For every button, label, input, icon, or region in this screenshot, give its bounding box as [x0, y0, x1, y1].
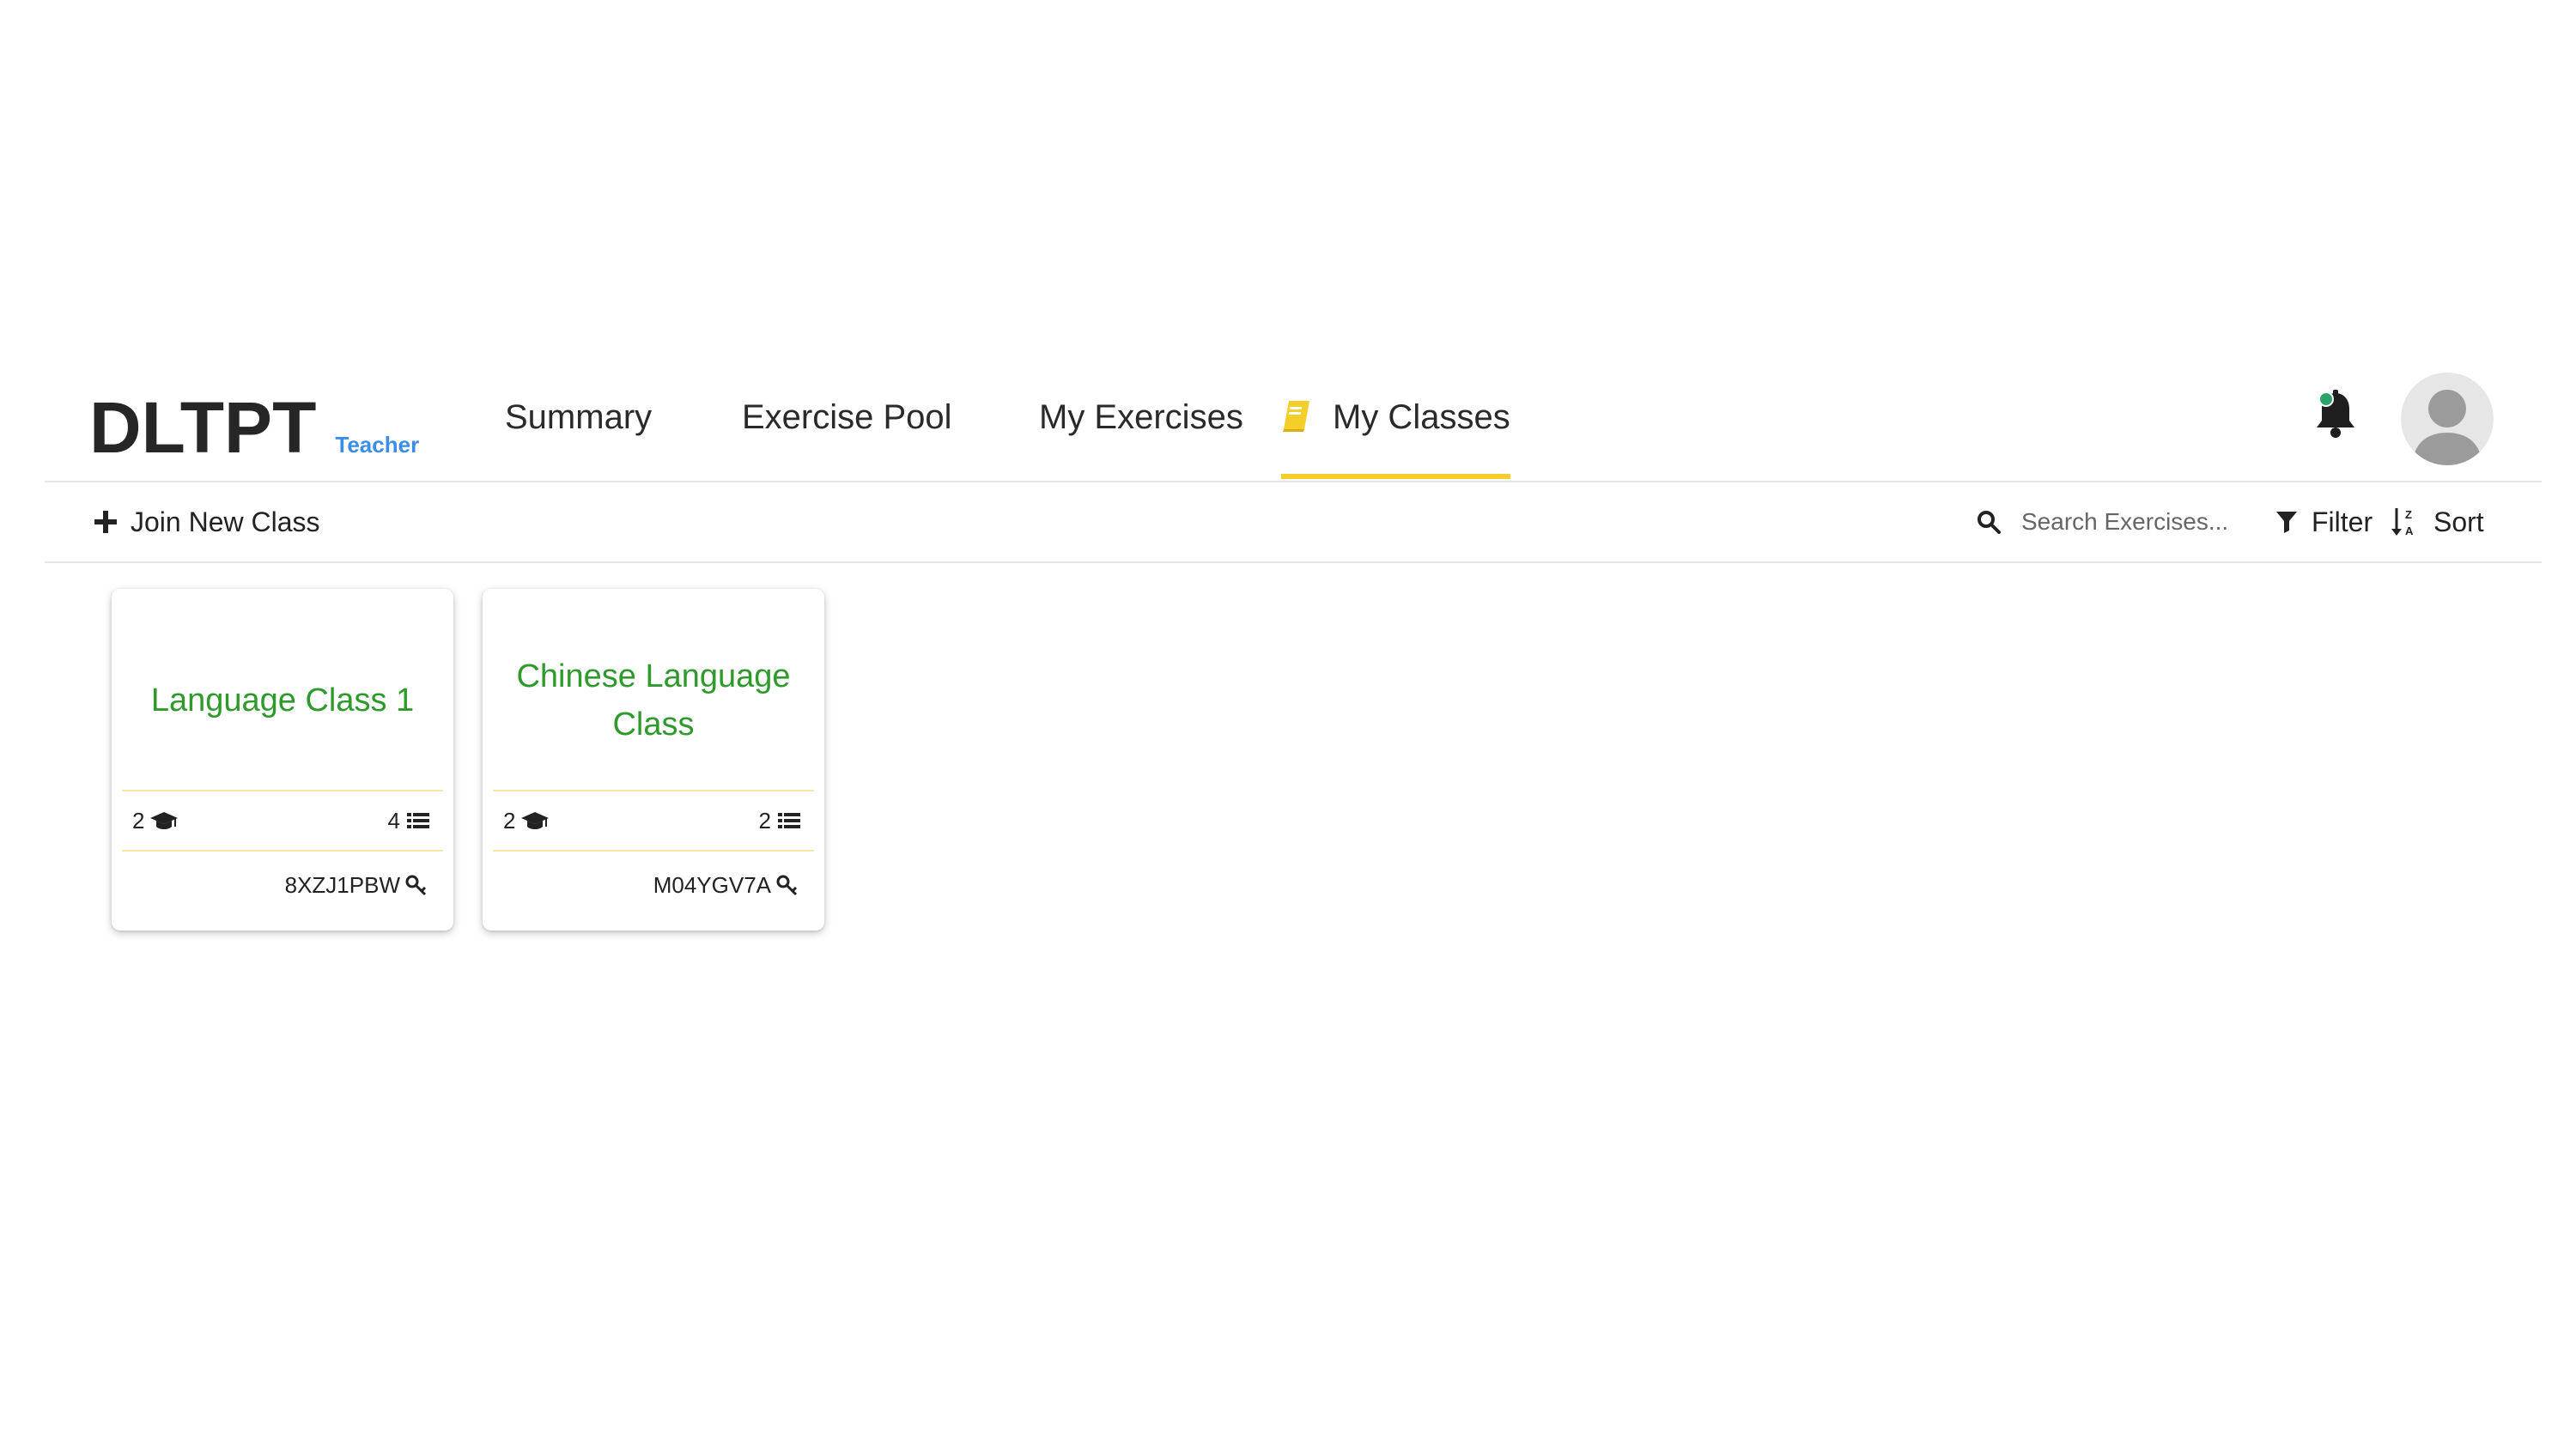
search-box: [1977, 500, 2229, 544]
class-code[interactable]: 8XZJ1PBW: [285, 872, 428, 899]
svg-text:A: A: [2405, 524, 2414, 537]
filter-icon: [2276, 512, 2297, 533]
class-code[interactable]: M04YGV7A: [653, 872, 799, 899]
tab-exercise-pool[interactable]: Exercise Pool: [742, 393, 952, 479]
exercise-count-value: 4: [387, 807, 400, 834]
exercise-count: 4: [388, 808, 431, 834]
class-card[interactable]: Chinese Language Class 2 2 M04YGV7A: [483, 589, 824, 931]
svg-text:Z: Z: [2405, 508, 2412, 521]
brand[interactable]: DLTPT Teacher: [89, 381, 419, 464]
tab-my-classes-label: My Classes: [1333, 398, 1510, 436]
sort-button[interactable]: Z A Sort: [2391, 500, 2484, 544]
sort-label: Sort: [2433, 506, 2484, 537]
graduation-cap-icon: [150, 812, 179, 829]
tab-summary[interactable]: Summary: [505, 393, 652, 479]
class-toolbar: Join New Class Filter Z A Sort: [45, 482, 2542, 563]
plus-icon: [94, 511, 117, 533]
avatar-silhouette: [2413, 390, 2482, 465]
tab-my-exercises-label: My Exercises: [1039, 398, 1243, 436]
class-code-value: 8XZJ1PBW: [284, 872, 400, 898]
exercise-count-value: 2: [758, 807, 771, 834]
app-root: DLTPT Teacher Summary Exercise Pool My E…: [0, 0, 2576, 1449]
tab-summary-label: Summary: [505, 398, 653, 436]
filter-label: Filter: [2312, 506, 2373, 537]
graduation-cap-icon: [521, 812, 550, 829]
key-icon: [405, 875, 427, 895]
join-new-class-button[interactable]: Join New Class: [94, 500, 320, 544]
sort-alpha-icon: Z A: [2391, 508, 2414, 537]
filter-button[interactable]: Filter: [2275, 500, 2372, 544]
class-code-value: M04YGV7A: [653, 872, 771, 898]
role-label: Teacher: [335, 432, 420, 458]
book-icon: [1283, 401, 1309, 432]
student-count-value: 2: [503, 807, 516, 834]
tab-my-exercises[interactable]: My Exercises: [1039, 393, 1243, 479]
brand-name: DLTPT: [89, 387, 317, 468]
student-count: 2: [503, 808, 550, 834]
join-new-class-label: Join New Class: [131, 506, 320, 537]
top-navigation-bar: DLTPT Teacher Summary Exercise Pool My E…: [45, 364, 2542, 482]
exercise-count: 2: [759, 808, 802, 834]
class-name: Chinese Language Class: [516, 658, 791, 743]
search-exercises-input[interactable]: [2020, 507, 2229, 537]
class-name: Language Class 1: [150, 682, 415, 718]
student-count: 2: [132, 808, 179, 834]
tab-exercise-pool-label: Exercise Pool: [742, 398, 952, 436]
class-stats: 2 4: [122, 790, 443, 852]
student-count-value: 2: [132, 807, 145, 834]
exercise-list-icon: [407, 813, 429, 828]
tab-my-classes[interactable]: My Classes: [1281, 393, 1510, 479]
key-icon: [776, 875, 798, 895]
search-icon: [1978, 511, 2001, 534]
class-card[interactable]: Language Class 1 2 4 8XZJ1PBW: [112, 589, 453, 931]
user-avatar-icon[interactable]: [2401, 373, 2494, 465]
class-stats: 2 2: [493, 790, 814, 852]
exercise-list-icon: [778, 813, 800, 828]
notification-dot: [2318, 391, 2334, 407]
